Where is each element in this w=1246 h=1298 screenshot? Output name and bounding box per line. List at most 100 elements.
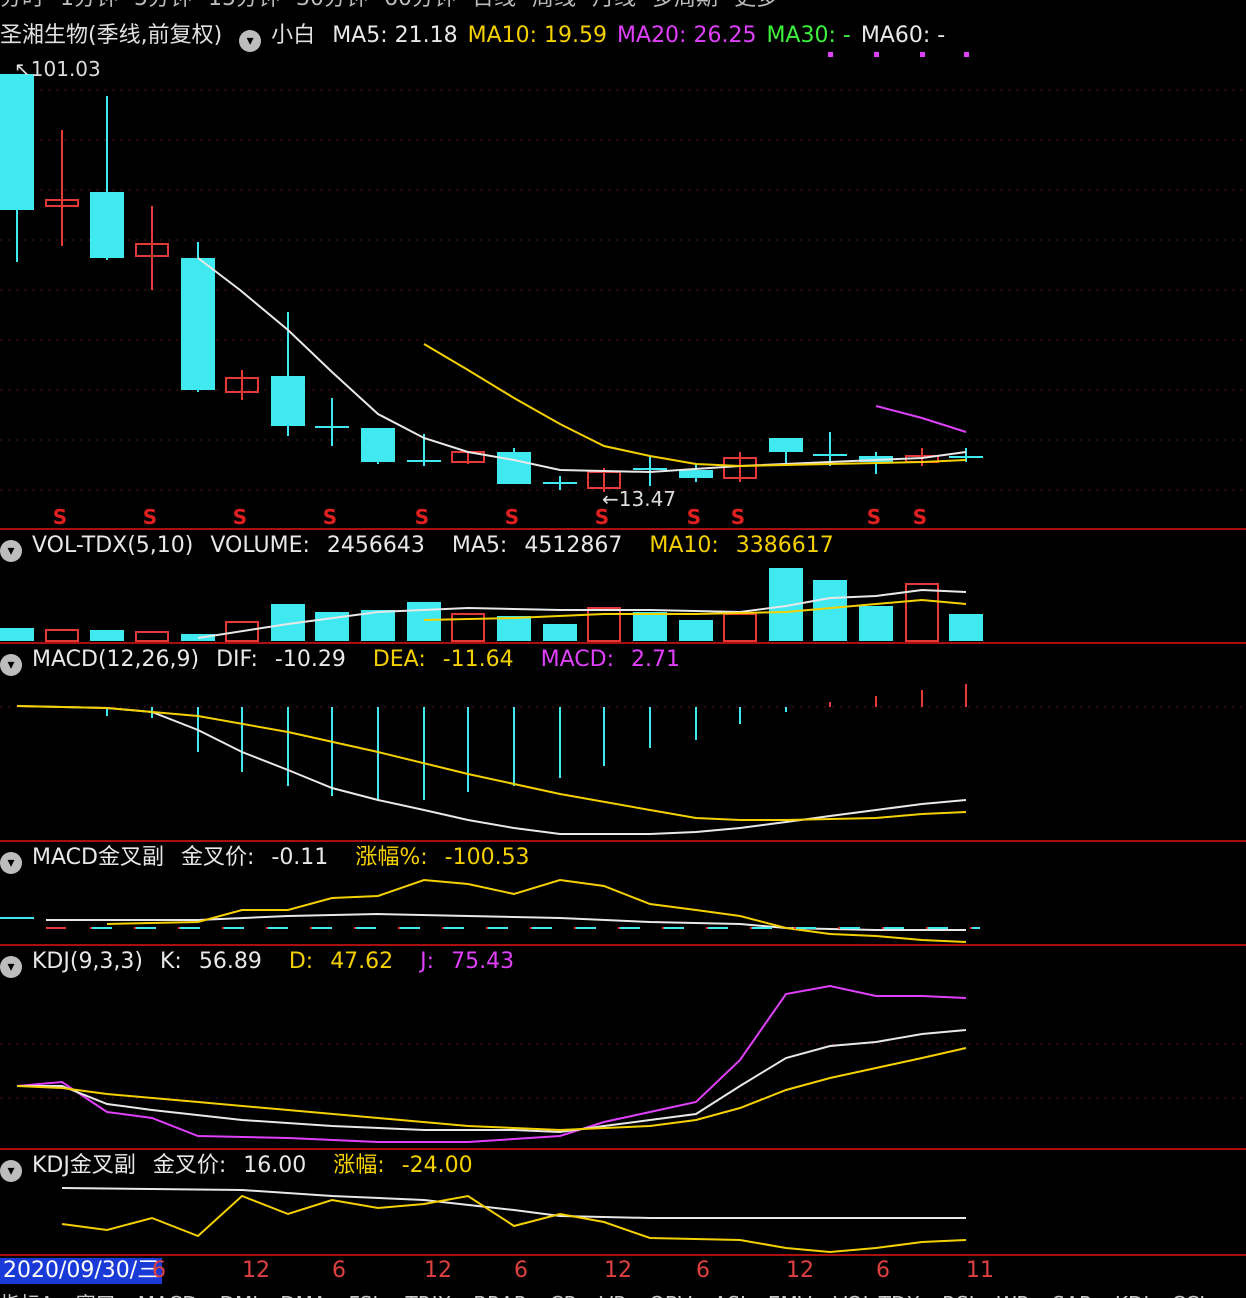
volume-bar — [0, 628, 34, 641]
volume-bar — [225, 621, 259, 642]
chevron-down-icon[interactable]: ▾ — [0, 852, 22, 874]
volume-ma10-value: 3386617 — [735, 533, 834, 558]
volume-bar — [769, 568, 803, 641]
signal-mark: S — [687, 505, 701, 528]
time-axis-tick: 6 — [696, 1258, 710, 1283]
volume-bar — [315, 612, 349, 641]
macd-dea-value: -11.64 — [442, 647, 514, 672]
indicator-tab-18[interactable]: CCI — [1171, 1292, 1205, 1298]
indicator-tab-4[interactable]: DMA — [280, 1292, 326, 1298]
kdj-header: ▾ KDJ(9,3,3) K: 56.89 D: 47.62 J: 75.43 — [0, 947, 534, 978]
volume-bar — [451, 613, 485, 642]
volume-indicator-name[interactable]: VOL-TDX(5,10) — [32, 533, 193, 558]
candle-body — [633, 468, 667, 470]
kdj-cross-header: ▾ KDJ金叉副 金叉价: 16.00 涨幅: -24.00 — [0, 1151, 493, 1182]
volume-bar — [859, 606, 893, 641]
signal-mark: S — [53, 505, 67, 528]
candle-body — [315, 426, 349, 428]
chevron-down-icon[interactable]: ▾ — [0, 956, 22, 978]
time-axis-tick: 6 — [514, 1258, 528, 1283]
volume-ma5-value: 4512867 — [524, 533, 623, 558]
macd-indicator-name[interactable]: MACD(12,26,9) — [32, 647, 199, 672]
macd-header: ▾ MACD(12,26,9) DIF: -10.29 DEA: -11.64 M… — [0, 645, 700, 676]
indicator-tab-16[interactable]: SAR — [1052, 1292, 1093, 1298]
ma-dot — [920, 52, 925, 57]
volume-header: ▾ VOL-TDX(5,10) VOLUME: 2456643 MA5: 4512… — [0, 531, 854, 562]
chevron-down-icon[interactable]: ▾ — [0, 654, 22, 676]
indicator-tab-bar: 指标A 窗口 MACD DMI DMA FSL TRIX BRAR CR VR OBV ASI EMV V… — [0, 1286, 1246, 1298]
indicator-tab-0[interactable]: 指标A — [0, 1292, 54, 1298]
volume-bar — [407, 602, 441, 641]
indicator-tab-3[interactable]: DMI — [220, 1292, 259, 1298]
indicator-tab-9[interactable]: VR — [600, 1292, 628, 1298]
signal-mark: S — [143, 505, 157, 528]
candle-body — [497, 452, 531, 484]
macd-cross-yellow — [106, 878, 967, 943]
macd-cross-header: ▾ MACD金叉副 金叉价: -0.11 涨幅%: -100.53 — [0, 843, 550, 874]
time-axis-tick: 6 — [332, 1258, 346, 1283]
indicator-tab-14[interactable]: RSI — [942, 1292, 975, 1298]
indicator-tab-17[interactable]: KDJ — [1115, 1292, 1149, 1298]
macd-dea-line — [16, 705, 967, 821]
panel-divider — [0, 1148, 1246, 1150]
indicator-tab-2[interactable]: MACD — [138, 1292, 198, 1298]
indicator-tab-15[interactable]: WR — [997, 1292, 1031, 1298]
kdj-indicator-name[interactable]: KDJ(9,3,3) — [32, 949, 143, 974]
macd-dif-line — [16, 705, 967, 835]
time-axis-tick: 6 — [876, 1258, 890, 1283]
volume-value: 2456643 — [326, 533, 425, 558]
signal-mark: S — [867, 505, 881, 528]
volume-ma10-line — [423, 598, 967, 621]
kdj-cross-white — [61, 1187, 966, 1219]
indicator-tab-13[interactable]: VOL-TDX — [834, 1292, 921, 1298]
volume-bar — [135, 631, 169, 642]
indicator-tab-6[interactable]: TRIX — [406, 1292, 452, 1298]
ma-dot — [964, 52, 969, 57]
macd-cross-indicator-name[interactable]: MACD金叉副 — [32, 845, 164, 870]
candle-body — [271, 376, 305, 426]
macd-cross-pct-value: -100.53 — [444, 845, 530, 870]
time-axis-tick: 6 — [152, 1258, 166, 1283]
macd-cross-white — [46, 912, 966, 931]
panel-divider — [0, 528, 1246, 530]
kdj-j-line — [16, 984, 967, 1143]
indicator-tab-11[interactable]: ASI — [714, 1292, 746, 1298]
panel-divider — [0, 944, 1246, 946]
chevron-down-icon[interactable]: ▾ — [0, 540, 22, 562]
ma-dot — [874, 52, 879, 57]
panel-divider — [0, 642, 1246, 644]
indicator-tab-7[interactable]: BRAR — [473, 1292, 527, 1298]
ma10-line — [423, 343, 967, 468]
signal-mark: S — [505, 505, 519, 528]
time-axis-tick: 12 — [604, 1258, 632, 1283]
ma20-line — [875, 405, 967, 433]
time-axis-tick: 12 — [424, 1258, 452, 1283]
signal-mark: S — [731, 505, 745, 528]
indicator-tab-10[interactable]: OBV — [649, 1292, 692, 1298]
volume-bar — [905, 583, 939, 642]
volume-ma5-line — [197, 588, 967, 639]
kdj-d-value: 47.62 — [330, 949, 394, 974]
panel-divider — [0, 840, 1246, 842]
kdj-cross-indicator-name[interactable]: KDJ金叉副 — [32, 1153, 136, 1178]
volume-bar — [361, 610, 395, 641]
indicator-tab-1[interactable]: 窗口 — [76, 1292, 116, 1298]
macd-value: 2.71 — [631, 647, 680, 672]
kdj-k-line — [17, 1029, 967, 1134]
time-axis-tick: 12 — [786, 1258, 814, 1283]
low-price-label: ←13.47 — [602, 487, 677, 511]
indicator-tab-5[interactable]: FSL — [349, 1292, 384, 1298]
volume-bar — [949, 614, 983, 641]
current-date-label: 2020/09/30/三 — [0, 1258, 163, 1284]
indicator-tab-8[interactable]: CR — [550, 1292, 578, 1298]
indicator-tab-12[interactable]: EMV — [768, 1292, 812, 1298]
candle-body — [949, 456, 983, 458]
chevron-down-icon[interactable]: ▾ — [0, 1160, 22, 1182]
signal-mark: S — [323, 505, 337, 528]
kdj-d-line — [16, 1047, 967, 1132]
candle-body — [181, 258, 215, 390]
candlestick-chart[interactable]: SSSSSSSSSSS — [0, 0, 1246, 528]
volume-bar — [679, 620, 713, 641]
candle-body — [543, 482, 577, 484]
volume-bar — [723, 613, 757, 642]
